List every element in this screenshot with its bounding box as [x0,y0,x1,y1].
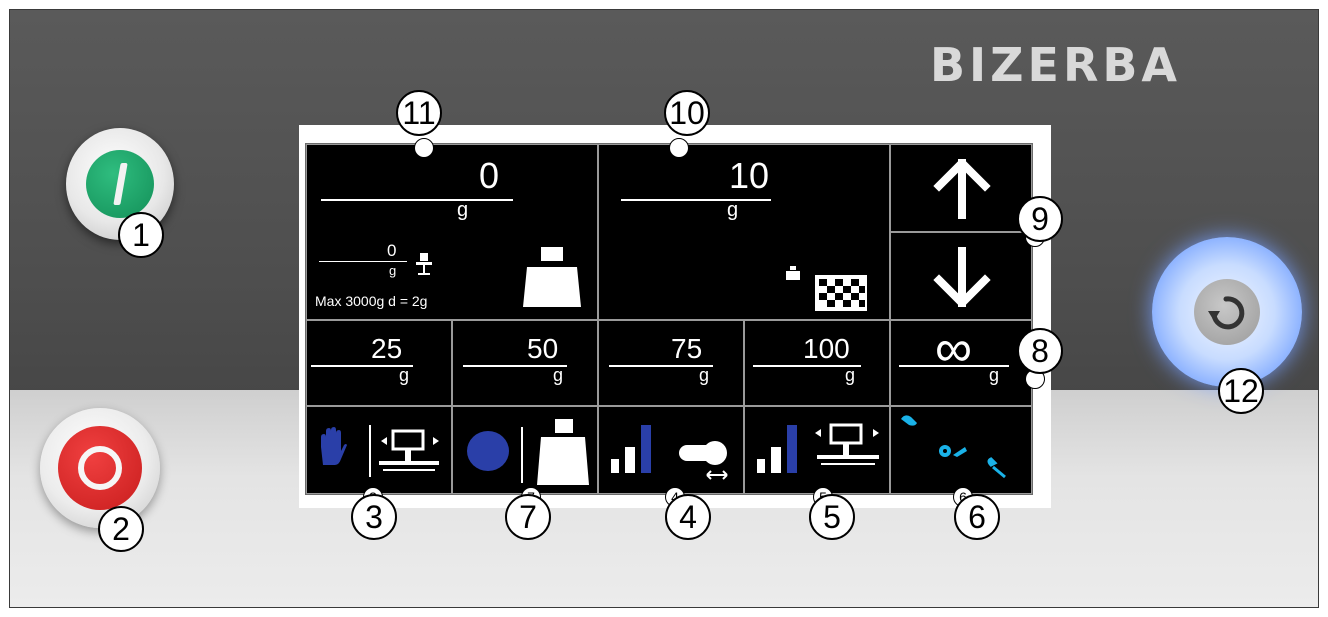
tare-icon [416,253,432,275]
level-scale-button[interactable] [744,406,890,494]
level-slider-button[interactable] [598,406,744,494]
weight-mode-button[interactable] [452,406,598,494]
checkered-icon [815,275,867,311]
preset-infinity-button[interactable]: ∞ g [890,320,1032,406]
preset-unit: g [989,365,1000,385]
brand-logo: BIZERBA [930,38,1182,92]
callout-5: 5 [809,494,855,540]
figure-frame: BIZERBA 0 g 0 g Max 3000g d = 2g 10 g 25… [9,9,1319,608]
preset-value: 100 [803,333,850,364]
capacity-text: Max 3000g d = 2g [315,293,428,309]
callout-10: 10 [664,90,710,136]
touchscreen: 0 g 0 g Max 3000g d = 2g 10 g 25 g 50 g … [299,125,1051,508]
refresh-icon [1208,296,1245,330]
preset-100-button[interactable]: 100 g [744,320,890,406]
settings-tools-icon [901,415,1006,479]
weight-display[interactable]: 0 g 0 g Max 3000g d = 2g [306,144,598,320]
weight-unit: g [457,199,469,221]
scale-platform-icon [369,425,439,477]
callout-11: 11 [396,90,442,136]
arrow-down-button[interactable] [890,232,1032,320]
reset-button[interactable] [1152,237,1302,387]
preset-value: ∞ [935,320,973,378]
bars-slider-icon [611,425,728,480]
callout-8: 8 [1017,328,1063,374]
bars-scale-icon [757,423,879,473]
preset-value: 75 [671,333,703,364]
preset-unit: g [399,365,410,385]
callout-12: 12 [1218,368,1264,414]
preset-25-button[interactable]: 25 g [306,320,452,406]
callout-2: 2 [98,506,144,552]
callout-1: 1 [118,212,164,258]
tare-value: 0 [387,241,397,260]
arrow-up-button[interactable] [890,144,1032,232]
target-unit: g [727,199,739,221]
preset-unit: g [845,365,856,385]
display-panel: 0 g 0 g Max 3000g d = 2g 10 g 25 g 50 g … [305,143,1033,495]
preset-75-button[interactable]: 75 g [598,320,744,406]
manual-tare-button[interactable] [306,406,452,494]
hand-icon [321,427,347,465]
preset-50-button[interactable]: 50 g [452,320,598,406]
power-off-icon [58,426,142,510]
settings-button[interactable] [890,406,1032,494]
circle-icon [467,431,509,471]
arrow-down-icon [933,247,991,307]
target-weight-display[interactable]: 10 g [598,144,890,320]
preset-unit: g [553,365,564,385]
weight-icon [523,247,581,307]
preset-value: 50 [527,333,559,364]
callout-4: 4 [665,494,711,540]
callout-3: 3 [351,494,397,540]
target-value: 10 [728,155,769,196]
power-on-icon [86,150,154,218]
power-off-button[interactable] [40,408,160,528]
weight-icon [537,419,589,485]
tare-unit: g [389,263,397,278]
callout-9: 9 [1017,196,1063,242]
small-weight-icon [786,266,800,280]
arrow-up-icon [933,159,991,219]
callout-7: 7 [505,494,551,540]
callout-6: 6 [954,494,1000,540]
preset-value: 25 [371,333,403,364]
weight-value: 0 [478,155,499,196]
preset-unit: g [699,365,710,385]
